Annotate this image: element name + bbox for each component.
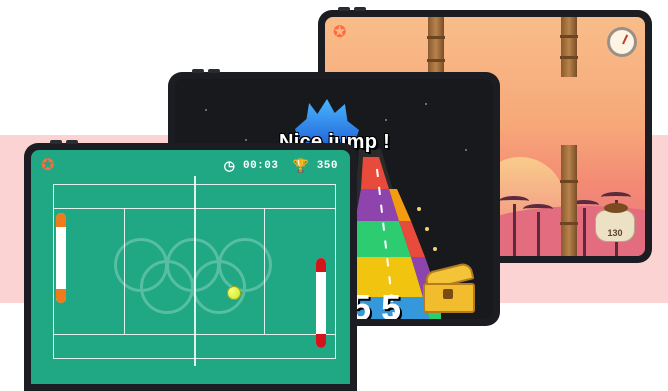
tablet-button bbox=[192, 69, 204, 73]
palm-tree bbox=[569, 200, 599, 256]
clock-icon: ◷ bbox=[223, 158, 235, 173]
palm-tree bbox=[523, 204, 553, 256]
star-icon[interactable]: ✪ bbox=[41, 158, 54, 174]
pipe-top bbox=[560, 17, 578, 77]
star-icon[interactable]: ✪ bbox=[333, 25, 346, 41]
score-value: 350 bbox=[316, 159, 338, 172]
palm-tree bbox=[499, 196, 529, 256]
court-net bbox=[194, 176, 196, 366]
tablet-button bbox=[208, 69, 220, 73]
score-counter: 5 5 bbox=[351, 287, 402, 319]
clock-icon bbox=[607, 27, 637, 57]
timer-value: 00:03 bbox=[242, 159, 279, 172]
bag-count: 130 bbox=[607, 228, 623, 238]
left-paddle[interactable] bbox=[56, 213, 66, 303]
tennis-ball-icon bbox=[227, 286, 241, 300]
trophy-icon: 🏆 bbox=[292, 158, 309, 173]
right-paddle[interactable] bbox=[316, 258, 326, 348]
court-line bbox=[335, 184, 336, 358]
pipe-bottom bbox=[560, 145, 578, 256]
tablet-button bbox=[50, 140, 62, 144]
tablet-button bbox=[66, 140, 78, 144]
coin-bag-icon: 130 bbox=[595, 203, 635, 242]
tablet-button bbox=[338, 7, 350, 11]
hud-bar: ◷ 00:03 🏆 350 bbox=[224, 159, 338, 172]
tablet-tennis-game: ✪ ◷ 00:03 🏆 350 bbox=[24, 140, 357, 391]
tablet-button bbox=[354, 7, 366, 11]
treasure-chest-icon bbox=[421, 261, 477, 313]
court-line bbox=[53, 184, 54, 358]
court-line bbox=[264, 208, 265, 334]
court-line bbox=[124, 208, 125, 334]
tennis-game-screen[interactable]: ✪ ◷ 00:03 🏆 350 bbox=[31, 150, 350, 384]
